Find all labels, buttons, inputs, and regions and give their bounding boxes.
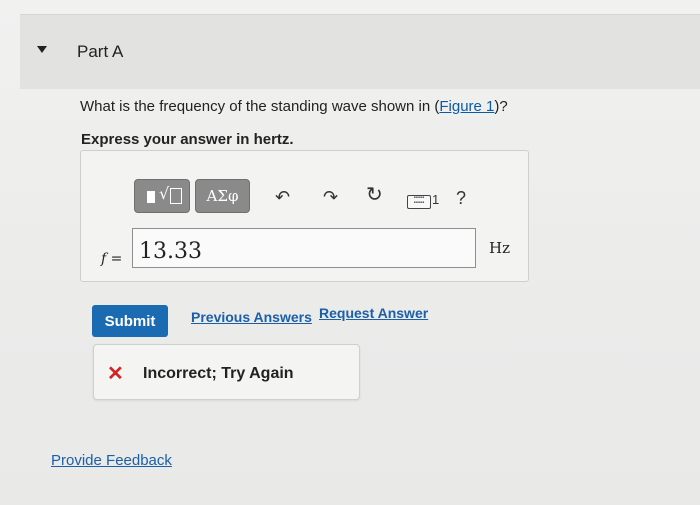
answer-units: Hz xyxy=(489,239,510,257)
question-text: What is the frequency of the standing wa… xyxy=(80,98,508,115)
radical-template-icon: √ xyxy=(159,184,170,203)
variable-name: f xyxy=(101,251,107,267)
answer-instruction: Express your answer in hertz. xyxy=(81,131,294,148)
answer-input[interactable] xyxy=(132,228,476,268)
submit-button[interactable]: Submit xyxy=(92,305,168,337)
question-suffix: )? xyxy=(494,98,508,115)
keyboard-icon[interactable]: ▪▪▪▪▪ ▪▪▪▪▪ xyxy=(407,195,431,209)
help-button[interactable]: ? xyxy=(456,188,466,209)
greek-symbols-button[interactable]: ΑΣφ xyxy=(195,179,250,213)
template-box-icon xyxy=(170,188,182,204)
provide-feedback-link[interactable]: Provide Feedback xyxy=(51,452,172,469)
feedback-message: Incorrect; Try Again xyxy=(143,365,294,382)
close-x-icon: ✕ xyxy=(107,363,124,385)
request-answer-link[interactable]: Request Answer xyxy=(319,305,428,321)
previous-answers-link[interactable]: Previous Answers xyxy=(191,309,312,325)
redo-arrow-icon[interactable]: ↷ xyxy=(323,188,338,206)
figure-link[interactable]: Figure 1 xyxy=(439,98,494,115)
reset-icon[interactable]: ↻ xyxy=(366,185,383,205)
template-square-icon xyxy=(147,191,155,203)
part-title: Part A xyxy=(77,42,124,61)
question-prefix: What is the frequency of the standing wa… xyxy=(80,98,440,115)
answer-variable-label: f = xyxy=(101,251,122,267)
math-templates-button[interactable]: √ xyxy=(134,179,190,213)
caret-down-icon[interactable] xyxy=(37,46,47,53)
undo-arrow-icon[interactable]: ↶ xyxy=(275,188,290,206)
equals-sign: = xyxy=(110,251,123,267)
keyboard-shortcut-digit[interactable]: 1 xyxy=(432,192,439,207)
